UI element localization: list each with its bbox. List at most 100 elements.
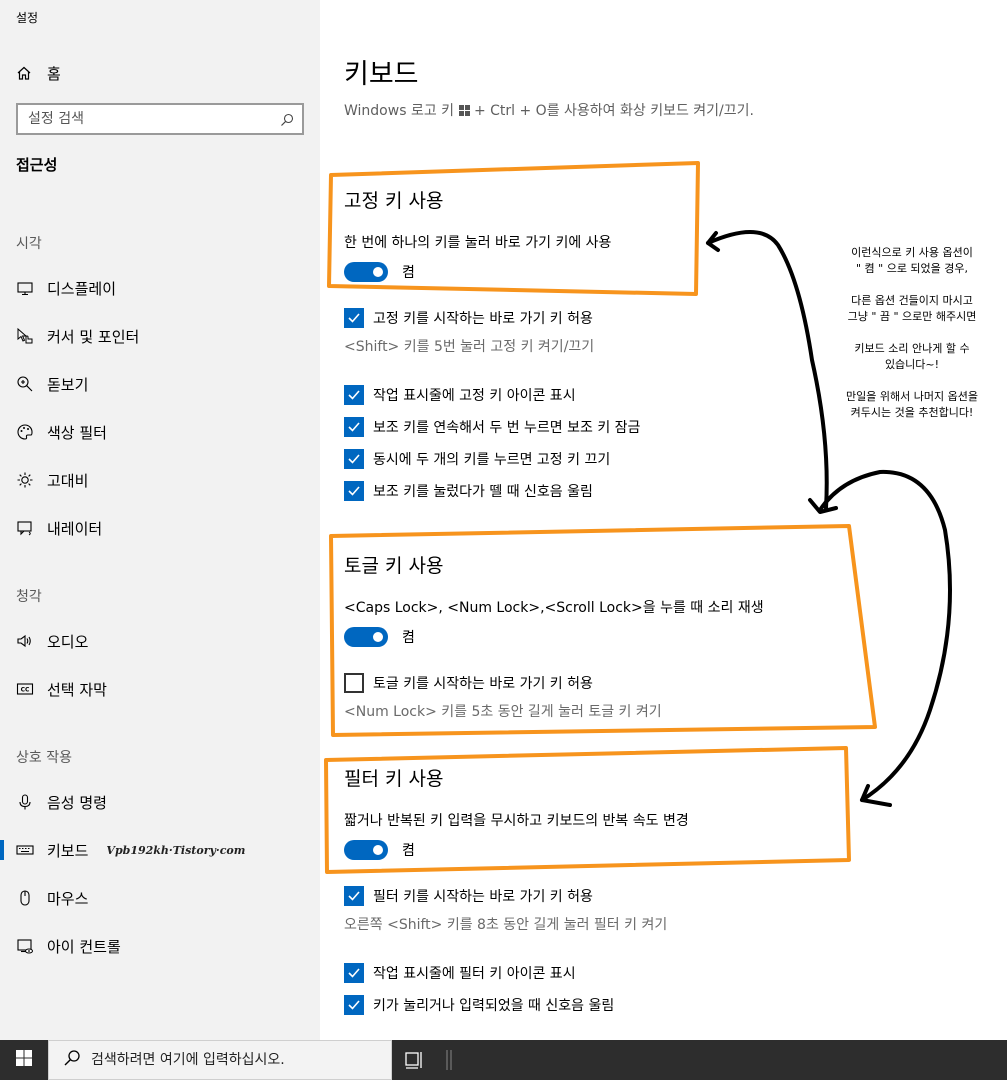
checkbox-label: 토글 키를 시작하는 바로 가기 키 허용 <box>373 676 593 692</box>
checkbox[interactable] <box>344 417 364 437</box>
sidebar-item-audio[interactable]: 오디오 <box>0 623 320 659</box>
sidebar-item-keyboard[interactable]: 키보드 Vpb192kh·Tistory·com <box>0 832 320 868</box>
eye-control-icon <box>16 937 34 955</box>
sidebar-item-display[interactable]: 디스플레이 <box>0 270 320 306</box>
sidebar-item-label: 고대비 <box>47 471 89 490</box>
mouse-icon <box>16 889 34 907</box>
category-title: 접근성 <box>16 156 58 174</box>
sidebar-item-high-contrast[interactable]: 고대비 <box>0 462 320 498</box>
description-text-before: Windows 로고 키 <box>344 103 459 119</box>
annotation-paragraph: 만일을 위해서 나머지 옵션을 켜두시는 것을 추천합니다! <box>846 390 978 419</box>
cursor-pointer-icon <box>16 327 34 345</box>
closed-caption-icon: CC <box>16 680 34 698</box>
annotation-paragraph: 다른 옵션 건들이지 마시고 그냥 " 끔 " 으로만 해주시면 <box>847 294 977 323</box>
brightness-icon <box>16 471 34 489</box>
windows-logo-icon <box>16 1050 32 1070</box>
filter-keys-description: 짧거나 반복된 키 입력을 무시하고 키보드의 반복 속도 변경 <box>344 813 689 829</box>
sidebar-item-label: 오디오 <box>47 632 89 651</box>
settings-search-box[interactable] <box>16 103 304 135</box>
sidebar-item-magnifier[interactable]: 돋보기 <box>0 366 320 402</box>
speaker-icon <box>16 632 34 650</box>
sidebar-item-narrator[interactable]: 내레이터 <box>0 510 320 546</box>
taskbar-divider <box>446 1050 452 1070</box>
checkbox[interactable] <box>344 995 364 1015</box>
page-title: 키보드 <box>344 59 419 90</box>
annotation-note: 이런식으로 키 사용 옵션이 " 켬 " 으로 되었을 경우, 다른 옵션 건들… <box>826 245 998 437</box>
keyboard-icon <box>16 841 34 859</box>
sidebar-item-speech[interactable]: 음성 명령 <box>0 784 320 820</box>
taskbar <box>0 1040 1007 1080</box>
sidebar-item-color-filter[interactable]: 색상 필터 <box>0 414 320 450</box>
toggle-keys-shortcut-checkbox[interactable] <box>344 673 364 693</box>
checkbox[interactable] <box>344 481 364 501</box>
filter-shortcut-checkbox[interactable] <box>344 886 364 906</box>
sticky-shortcut-hint: <Shift> 키를 5번 눌러 고정 키 켜기/끄기 <box>344 339 595 355</box>
watermark-text: Vpb192kh·Tistory·com <box>106 843 246 857</box>
sidebar-item-label: 키보드 <box>47 841 89 860</box>
sticky-option-lock-modifier[interactable]: 보조 키를 연속해서 두 번 누르면 보조 키 잠금 <box>344 416 640 438</box>
sidebar-item-label: 커서 및 포인터 <box>47 327 140 346</box>
sidebar-item-label: 색상 필터 <box>47 423 107 442</box>
search-icon <box>63 1049 81 1071</box>
sticky-keys-toggle-row: 켬 <box>344 261 415 283</box>
sidebar-item-closed-captions[interactable]: CC 선택 자막 <box>0 671 320 707</box>
filter-keys-toggle[interactable] <box>344 840 388 860</box>
task-view-icon[interactable] <box>404 1050 426 1070</box>
toggle-keys-shortcut-option[interactable]: 토글 키를 시작하는 바로 가기 키 허용 <box>344 672 593 694</box>
taskbar-search-input[interactable] <box>91 1052 391 1068</box>
group-title-hearing: 청각 <box>16 589 42 605</box>
main-content: 키보드 Windows 로고 키 + Ctrl + O를 사용하여 화상 키보드… <box>320 0 1007 1040</box>
narrator-icon <box>16 519 34 537</box>
start-button[interactable] <box>0 1040 48 1080</box>
toggle-keys-toggle[interactable] <box>344 627 388 647</box>
sticky-shortcut-checkbox[interactable] <box>344 308 364 328</box>
sticky-keys-toggle-label: 켬 <box>402 265 415 281</box>
page-description: Windows 로고 키 + Ctrl + O를 사용하여 화상 키보드 켜기/… <box>344 100 789 122</box>
palette-icon <box>16 423 34 441</box>
home-icon <box>16 65 32 81</box>
checkbox-label: 작업 표시줄에 고정 키 아이콘 표시 <box>373 388 576 404</box>
checkbox-label: 보조 키를 눌렀다가 뗄 때 신호음 울림 <box>373 484 593 500</box>
sidebar-item-cursor-pointer[interactable]: 커서 및 포인터 <box>0 318 320 354</box>
toggle-keys-toggle-row: 켬 <box>344 626 415 648</box>
sidebar: 설정 홈 접근성 시각 디스플레이 커서 및 포인터 돋보기 색상 필터 고대비… <box>0 0 320 1040</box>
sticky-shortcut-option[interactable]: 고정 키를 시작하는 바로 가기 키 허용 <box>344 307 593 329</box>
toggle-keys-toggle-label: 켬 <box>402 630 415 646</box>
taskbar-search-box[interactable] <box>48 1040 392 1080</box>
annotation-paragraph: 키보드 소리 안나게 할 수 있습니다~! <box>854 342 970 371</box>
settings-search-input[interactable] <box>28 111 280 127</box>
group-title-interaction: 상호 작용 <box>16 750 72 766</box>
sidebar-item-label: 선택 자막 <box>47 680 107 699</box>
checkbox-label: 작업 표시줄에 필터 키 아이콘 표시 <box>373 966 576 982</box>
filter-keys-toggle-row: 켬 <box>344 839 415 861</box>
checkbox-label: 필터 키를 시작하는 바로 가기 키 허용 <box>373 889 593 905</box>
filter-keys-title: 필터 키 사용 <box>344 768 444 790</box>
window-title: 설정 <box>16 11 39 25</box>
sticky-option-two-keys-off[interactable]: 동시에 두 개의 키를 누르면 고정 키 끄기 <box>344 448 610 470</box>
annotation-paragraph: 이런식으로 키 사용 옵션이 " 켬 " 으로 되었을 경우, <box>851 246 973 275</box>
checkbox[interactable] <box>344 385 364 405</box>
sidebar-item-label: 돋보기 <box>47 375 89 394</box>
sticky-option-taskbar-icon[interactable]: 작업 표시줄에 고정 키 아이콘 표시 <box>344 384 576 406</box>
windows-logo-icon <box>458 101 470 116</box>
filter-option-taskbar-icon[interactable]: 작업 표시줄에 필터 키 아이콘 표시 <box>344 962 576 984</box>
description-text-after: + Ctrl + O를 사용하여 화상 키보드 켜기/끄기. <box>469 103 754 119</box>
sidebar-item-mouse[interactable]: 마우스 <box>0 880 320 916</box>
display-icon <box>16 279 34 297</box>
sidebar-item-label: 음성 명령 <box>47 793 107 812</box>
sidebar-item-label: 마우스 <box>47 889 89 908</box>
toggle-knob <box>373 845 383 855</box>
sidebar-item-eye-control[interactable]: 아이 컨트롤 <box>0 928 320 964</box>
sticky-option-beep[interactable]: 보조 키를 눌렀다가 뗄 때 신호음 울림 <box>344 480 593 502</box>
home-label: 홈 <box>47 64 61 83</box>
filter-option-beep[interactable]: 키가 눌리거나 입력되었을 때 신호음 울림 <box>344 994 614 1016</box>
filter-shortcut-hint: 오른쪽 <Shift> 키를 8초 동안 길게 눌러 필터 키 켜기 <box>344 917 668 933</box>
checkbox[interactable] <box>344 449 364 469</box>
sticky-keys-title: 고정 키 사용 <box>344 190 444 212</box>
search-icon[interactable] <box>280 112 294 126</box>
checkbox[interactable] <box>344 963 364 983</box>
sidebar-item-label: 디스플레이 <box>47 279 117 298</box>
home-nav-item[interactable]: 홈 <box>16 62 61 84</box>
filter-shortcut-option[interactable]: 필터 키를 시작하는 바로 가기 키 허용 <box>344 885 593 907</box>
sticky-keys-toggle[interactable] <box>344 262 388 282</box>
